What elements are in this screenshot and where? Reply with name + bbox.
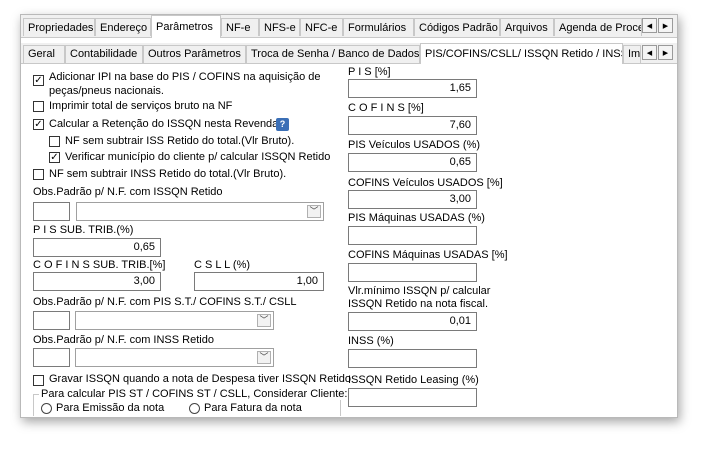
ipi-label: Adicionar IPI na base do PIS / COFINS na… (49, 71, 321, 83)
calcular-issqn-label: Calcular a Retenção do ISSQN nesta Reven… (49, 118, 279, 130)
nf-inss-checkbox[interactable] (33, 169, 44, 180)
pis-veiculos-input[interactable]: 0,65 (348, 153, 477, 172)
obs-inss-code-input[interactable] (33, 348, 70, 367)
tab-scroll-buttons: ◀ ▶ (641, 18, 673, 33)
tab-propriedades[interactable]: Propriedades (23, 18, 95, 36)
csll-label: C S L L (%) (194, 259, 251, 271)
tab-codigos-padrao[interactable]: Códigos Padrão (414, 18, 500, 36)
tab-nfe[interactable]: NF-e (221, 18, 259, 36)
pis-veiculos-label: PIS Veículos USADOS (%) (348, 139, 481, 151)
tab-nfce[interactable]: NFC-e (300, 18, 343, 36)
scroll-right-icon[interactable]: ▶ (658, 18, 673, 33)
vlr-minimo-input[interactable]: 0,01 (348, 312, 477, 331)
cofins-input[interactable]: 7,60 (348, 116, 477, 135)
obs-inss-select[interactable]: ﹀ (75, 348, 274, 367)
gravar-issqn-label: Gravar ISSQN quando a nota de Despesa ti… (49, 373, 352, 385)
chevron-down-icon[interactable]: ﹀ (257, 314, 271, 327)
obs-pis-st-code-input[interactable] (33, 311, 70, 330)
gravar-issqn-checkbox[interactable] (33, 375, 44, 386)
obs-issqn-label: Obs.Padrão p/ N.F. com ISSQN Retido (33, 186, 223, 198)
cliente-group-label: Para calcular PIS ST / COFINS ST / CSLL,… (39, 388, 350, 400)
subtab-outros-parametros[interactable]: Outros Parâmetros (143, 45, 246, 63)
subtab-pis-cofins[interactable]: PIS/COFINS/CSLL/ ISSQN Retido / INSS (420, 43, 623, 64)
subtab-im[interactable]: Im (623, 45, 641, 63)
inss-input[interactable] (348, 349, 477, 368)
pis-sub-trib-label: P I S SUB. TRIB.(%) (33, 224, 134, 236)
ipi-label-line2: peças/pneus nacionais. (49, 85, 164, 97)
cofins-maquinas-input[interactable] (348, 263, 477, 282)
chevron-down-icon[interactable]: ﹀ (257, 351, 271, 364)
fatura-radio[interactable] (189, 403, 200, 414)
sub-tabbar: Geral Contabilidade Outros Parâmetros Tr… (21, 43, 677, 64)
cofins-veiculos-input[interactable]: 3,00 (348, 190, 477, 209)
cofins-sub-trib-label: C O F I N S SUB. TRIB.[%] (33, 259, 166, 271)
pis-maquinas-label: PIS Máquinas USADAS (%) (348, 212, 485, 224)
nf-iss-label: NF sem subtrair ISS Retido do total.(Vlr… (65, 135, 295, 147)
pis-sub-trib-input[interactable]: 0,65 (33, 238, 161, 257)
scroll-left-icon[interactable]: ◀ (642, 45, 657, 60)
subtab-troca-senha[interactable]: Troca de Senha / Banco de Dados (246, 45, 420, 63)
vlr-minimo-label: Vlr.mínimo ISSQN p/ calcular (348, 285, 491, 297)
subtab-contabilidade[interactable]: Contabilidade (65, 45, 143, 63)
obs-issqn-code-input[interactable] (33, 202, 70, 221)
obs-issqn-select[interactable]: ﹀ (76, 202, 324, 221)
tab-parametros[interactable]: Parâmetros (151, 15, 221, 38)
pis-label: P I S [%] (348, 66, 391, 78)
emissao-radio[interactable] (41, 403, 52, 414)
vlr-minimo-label-line2: ISSQN Retido na nota fiscal. (348, 298, 489, 310)
cofins-sub-trib-input[interactable]: 3,00 (33, 272, 161, 291)
cofins-label: C O F I N S [%] (348, 102, 424, 114)
tab-nfse[interactable]: NFS-e (259, 18, 300, 36)
tab-arquivos[interactable]: Arquivos (500, 18, 554, 36)
tab-formularios[interactable]: Formulários (343, 18, 414, 36)
inss-label: INSS (%) (348, 335, 394, 347)
subtab-scroll-buttons: ◀ ▶ (641, 45, 673, 60)
imprimir-label: Imprimir total de serviços bruto na NF (49, 100, 233, 112)
obs-pis-st-label: Obs.Padrão p/ N.F. com PIS S.T./ COFINS … (33, 296, 297, 308)
tab-endereco[interactable]: Endereço (95, 18, 151, 36)
obs-inss-label: Obs.Padrão p/ N.F. com INSS Retido (33, 334, 214, 346)
pis-maquinas-input[interactable] (348, 226, 477, 245)
subtab-geral[interactable]: Geral (23, 45, 65, 63)
verificar-municipio-label: Verificar município do cliente p/ calcul… (65, 151, 331, 163)
main-tabbar: Propriedades Endereço Parâmetros NF-e NF… (21, 15, 677, 38)
nf-iss-checkbox[interactable] (49, 136, 60, 147)
help-icon[interactable]: ? (276, 118, 289, 131)
scroll-left-icon[interactable]: ◀ (642, 18, 657, 33)
tab-agenda-processos[interactable]: Agenda de Proces (554, 18, 642, 36)
scroll-right-icon[interactable]: ▶ (658, 45, 673, 60)
pis-input[interactable]: 1,65 (348, 79, 477, 98)
cofins-maquinas-label: COFINS Máquinas USADAS [%] (348, 249, 508, 261)
chevron-down-icon[interactable]: ﹀ (307, 205, 321, 218)
verificar-municipio-checkbox[interactable]: ✓ (49, 152, 60, 163)
fatura-radio-label: Para Fatura da nota (204, 402, 302, 414)
csll-input[interactable]: 1,00 (194, 272, 324, 291)
obs-pis-st-select[interactable]: ﹀ (75, 311, 274, 330)
issqn-leasing-input[interactable] (348, 388, 477, 407)
ipi-checkbox[interactable]: ✓ (33, 75, 44, 86)
nf-inss-label: NF sem subtrair INSS Retido do total.(Vl… (49, 168, 287, 180)
calcular-issqn-checkbox[interactable]: ✓ (33, 119, 44, 130)
settings-window: Propriedades Endereço Parâmetros NF-e NF… (20, 14, 678, 418)
issqn-leasing-label: ISSQN Retido Leasing (%) (348, 374, 479, 386)
imprimir-checkbox[interactable] (33, 101, 44, 112)
cofins-veiculos-label: COFINS Veículos USADOS [%] (348, 177, 503, 189)
emissao-radio-label: Para Emissão da nota (56, 402, 165, 414)
